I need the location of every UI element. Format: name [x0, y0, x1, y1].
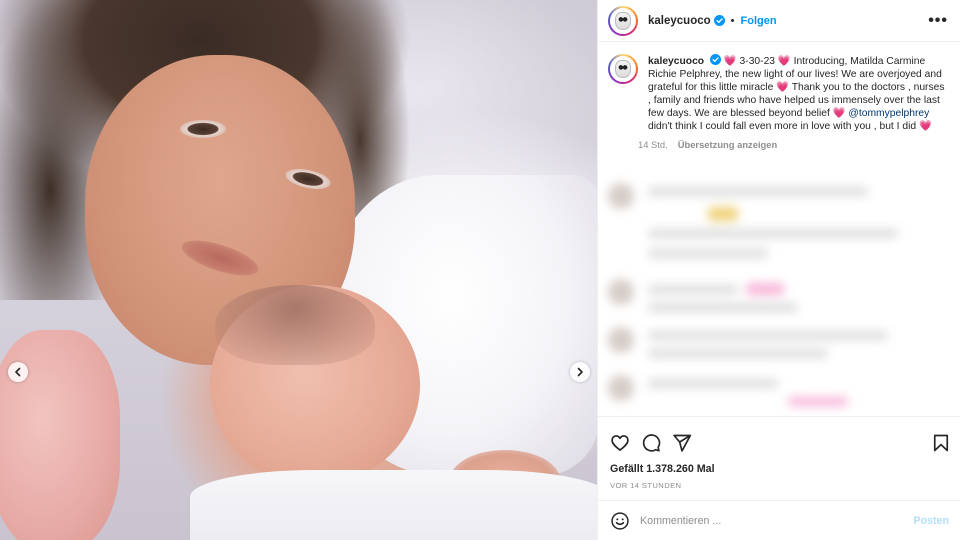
verified-badge-icon — [709, 54, 721, 65]
comment-composer: Posten — [598, 500, 960, 540]
pink-heart-emoji: 💗 — [723, 56, 737, 67]
pink-heart-emoji: 💗 — [832, 108, 846, 120]
follow-button[interactable]: Folgen — [741, 15, 777, 27]
chevron-left-icon — [15, 367, 21, 377]
action-icons-bar — [598, 417, 960, 457]
comment-avatar — [608, 327, 634, 353]
caption-timestamp[interactable]: 14 Std. — [638, 139, 668, 150]
comment-input[interactable] — [640, 514, 914, 527]
comment-avatar — [608, 375, 634, 401]
post-timestamp[interactable]: VOR 14 STUNDEN — [598, 475, 960, 490]
carousel-next-button[interactable] — [570, 362, 590, 382]
like-count[interactable]: Gefällt 1.378.260 Mal — [598, 457, 960, 475]
avatar-image — [610, 56, 636, 82]
translate-link[interactable]: Übersetzung anzeigen — [678, 139, 778, 150]
pink-heart-emoji: 💗 — [918, 121, 932, 133]
header-separator: • — [730, 14, 735, 27]
photo-baby-hair — [215, 285, 375, 365]
post-comment-button[interactable]: Posten — [913, 515, 949, 527]
caption-username[interactable]: kaleycuoco — [648, 56, 704, 67]
paper-plane-icon[interactable] — [672, 433, 692, 453]
post-actions: Gefällt 1.378.260 Mal VOR 14 STUNDEN Pos… — [598, 416, 960, 540]
comment-avatar — [608, 183, 634, 209]
heart-outline-icon[interactable] — [610, 433, 630, 453]
post-side-panel: kaleycuoco • Folgen ••• kaleycuoco 💗 3-3… — [597, 0, 960, 540]
comment-emoji — [788, 397, 848, 406]
caption-mention-link[interactable]: @tommypelphrey — [848, 108, 929, 119]
post-photo[interactable] — [0, 0, 597, 540]
comment-line — [648, 349, 828, 358]
more-options-button[interactable]: ••• — [928, 12, 948, 30]
comment-bubble-icon[interactable] — [641, 433, 661, 453]
chevron-right-icon — [577, 367, 583, 377]
bookmark-icon[interactable] — [931, 433, 951, 453]
post-caption: kaleycuoco 💗 3-30-23 💗 Introducing, Mati… — [598, 42, 960, 182]
photo-blanket — [190, 470, 597, 540]
caption-author-avatar[interactable] — [608, 54, 638, 84]
comment-line — [648, 379, 778, 388]
comments-list-blurred — [598, 183, 960, 415]
post-header: kaleycuoco • Folgen ••• — [598, 0, 960, 42]
comment-emoji — [708, 207, 738, 221]
comment-avatar — [608, 279, 634, 305]
caption-text: kaleycuoco 💗 3-30-23 💗 Introducing, Mati… — [648, 54, 948, 134]
carousel-prev-button[interactable] — [8, 362, 28, 382]
caption-meta: 14 Std. Übersetzung anzeigen — [638, 139, 948, 150]
caption-segment-1: 3-30-23 — [736, 56, 778, 67]
pink-heart-emoji: 💗 — [777, 56, 791, 67]
author-username[interactable]: kaleycuoco — [648, 15, 711, 27]
verified-badge-icon — [713, 15, 725, 26]
photo-eye-left — [180, 120, 226, 138]
author-avatar[interactable] — [608, 5, 638, 36]
dog-avatar-icon — [615, 11, 631, 30]
comment-line — [648, 331, 888, 340]
dog-avatar-icon — [615, 60, 631, 78]
avatar-image — [610, 7, 636, 34]
smiley-icon[interactable] — [610, 511, 630, 531]
comment-line — [648, 303, 798, 312]
caption-segment-4: didn't think I could fall even more in l… — [648, 121, 919, 133]
comment-line — [648, 249, 768, 258]
pink-heart-emoji: 💗 — [776, 82, 790, 94]
comment-line — [648, 285, 738, 294]
comment-line — [648, 229, 898, 238]
comment-line — [648, 187, 868, 196]
comment-emoji — [746, 283, 784, 295]
